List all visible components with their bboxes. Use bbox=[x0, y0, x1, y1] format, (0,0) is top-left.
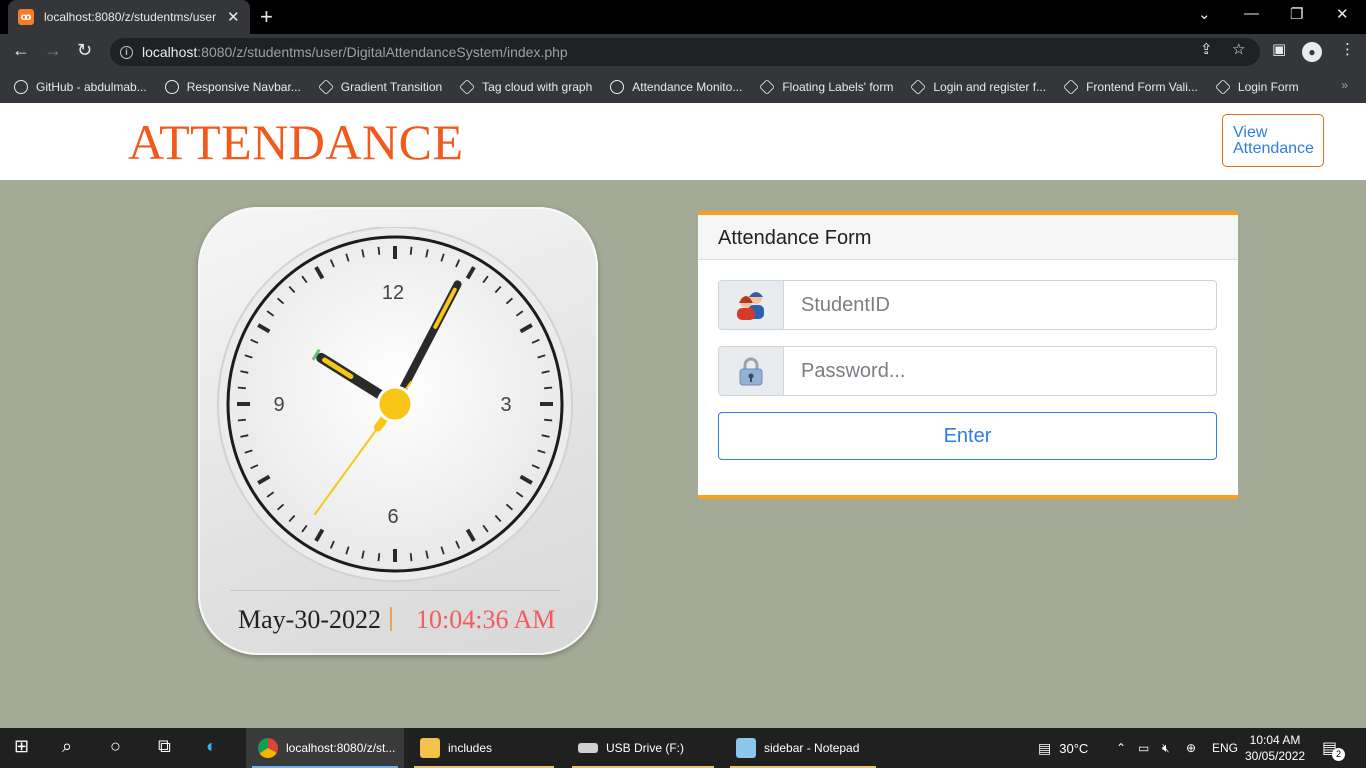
reload-icon[interactable]: ↻ bbox=[77, 40, 92, 61]
browser-tab-bar: ꝏ localhost:8080/z/studentms/user ✕ + ⌄ … bbox=[0, 0, 1366, 34]
taskbar-app-usb[interactable]: USB Drive (F:) bbox=[566, 728, 720, 768]
bookmark-item[interactable]: Frontend Form Vali... bbox=[1063, 78, 1198, 95]
menu-kebab-icon[interactable]: ⋮ bbox=[1340, 40, 1355, 58]
codepen-icon bbox=[910, 78, 927, 95]
minimize-icon[interactable]: — bbox=[1244, 5, 1259, 22]
codepen-icon bbox=[459, 78, 476, 95]
bookmark-item[interactable]: Gradient Transition bbox=[317, 78, 442, 95]
notification-center-icon[interactable]: ▤ 2 bbox=[1322, 728, 1345, 768]
bookmark-item[interactable]: Responsive Navbar... bbox=[164, 79, 301, 94]
battery-icon[interactable]: ▭ bbox=[1138, 728, 1149, 768]
xampp-favicon-icon: ꝏ bbox=[18, 9, 34, 25]
globe-icon bbox=[610, 79, 625, 94]
clock-date: May-30-2022 bbox=[238, 605, 381, 634]
bookmark-item[interactable]: Floating Labels' form bbox=[759, 78, 893, 95]
codepen-icon bbox=[1063, 78, 1079, 95]
search-icon[interactable]: ⌕ bbox=[62, 736, 72, 757]
close-window-icon[interactable]: ✕ bbox=[1336, 5, 1349, 23]
bookmarks-bar: GitHub - abdulmab... Responsive Navbar..… bbox=[0, 70, 1366, 103]
bookmark-item[interactable]: Tag cloud with graph bbox=[459, 78, 592, 95]
tab-search-icon[interactable]: ⌄ bbox=[1198, 5, 1211, 23]
numeral-3: 3 bbox=[500, 394, 511, 416]
share-icon[interactable]: ⇪ bbox=[1200, 40, 1213, 58]
clock-divider bbox=[230, 590, 560, 591]
password-input[interactable] bbox=[785, 347, 1215, 395]
student-id-group bbox=[718, 280, 1217, 330]
numeral-6: 6 bbox=[387, 506, 398, 528]
codepen-icon bbox=[317, 78, 334, 95]
usb-drive-icon bbox=[578, 743, 598, 753]
task-view-icon[interactable]: ⧉ bbox=[158, 736, 171, 757]
bookmark-star-icon[interactable]: ☆ bbox=[1232, 40, 1245, 58]
clock-center-cap bbox=[376, 385, 414, 423]
view-attendance-button[interactable]: View Attendance bbox=[1222, 114, 1324, 167]
browser-toolbar: ← → ↻ i localhost:8080/z/studentms/user/… bbox=[0, 34, 1366, 70]
page-header: ATTENDANCE View Attendance bbox=[0, 103, 1366, 180]
minute-tick bbox=[237, 418, 246, 422]
taskbar-app-explorer[interactable]: includes bbox=[408, 728, 560, 768]
taskbar-clock[interactable]: 10:04 AM 30/05/2022 bbox=[1245, 732, 1305, 764]
tray-overflow-icon[interactable]: ⌃ bbox=[1116, 728, 1126, 768]
profile-avatar-icon[interactable]: ● bbox=[1302, 42, 1322, 62]
language-indicator[interactable]: ENG bbox=[1212, 728, 1238, 768]
browser-tab[interactable]: ꝏ localhost:8080/z/studentms/user ✕ bbox=[8, 0, 250, 34]
minute-tick bbox=[544, 386, 553, 390]
windows-taskbar: ⊞ ⌕ ○ ⧉ ◐ localhost:8080/z/st... include… bbox=[0, 728, 1366, 768]
bookmark-item[interactable]: Attendance Monito... bbox=[610, 79, 742, 94]
volume-muted-icon[interactable]: 🔇︎ bbox=[1162, 728, 1170, 768]
taskbar-app-chrome[interactable]: localhost:8080/z/st... bbox=[246, 728, 404, 768]
password-group bbox=[718, 346, 1217, 396]
brand-title: ATTENDANCE bbox=[128, 114, 464, 170]
minute-tick bbox=[544, 418, 553, 422]
site-info-icon[interactable]: i bbox=[120, 45, 133, 59]
minute-tick bbox=[409, 246, 413, 255]
address-bar[interactable]: i localhost:8080/z/studentms/user/Digita… bbox=[110, 38, 1260, 66]
bookmark-item[interactable]: GitHub - abdulmab... bbox=[14, 79, 147, 94]
side-panel-icon[interactable]: ▣ bbox=[1272, 40, 1286, 58]
analog-clock: 12 3 6 9 bbox=[217, 227, 573, 582]
chrome-icon bbox=[258, 738, 278, 758]
lock-icon bbox=[719, 347, 784, 395]
close-tab-icon[interactable]: ✕ bbox=[227, 8, 240, 26]
more-bookmarks-icon[interactable]: » bbox=[1341, 78, 1348, 92]
restore-icon[interactable]: ❐ bbox=[1290, 5, 1303, 23]
minute-tick bbox=[237, 386, 246, 390]
enter-button[interactable]: Enter bbox=[718, 412, 1217, 460]
weather-widget[interactable]: ▤ 30°C bbox=[1038, 728, 1088, 768]
windows-start-icon[interactable]: ⊞ bbox=[14, 736, 29, 757]
back-icon[interactable]: ← bbox=[12, 40, 30, 61]
clock-time: 10:04:36 AM bbox=[416, 605, 556, 634]
attendance-form-card: Attendance Form Enter bbox=[698, 211, 1238, 499]
notepad-icon bbox=[736, 738, 756, 758]
minute-tick bbox=[377, 553, 381, 562]
bookmark-item[interactable]: Login Form bbox=[1214, 78, 1299, 95]
folder-icon bbox=[420, 738, 440, 758]
url-text: localhost:8080/z/studentms/user/DigitalA… bbox=[142, 44, 568, 60]
minute-tick bbox=[377, 246, 381, 255]
minute-tick bbox=[409, 553, 413, 562]
forward-icon[interactable]: → bbox=[44, 40, 62, 61]
navbar-icon bbox=[164, 79, 179, 94]
analog-clock-card: 12 3 6 9 May-30-2022 10:04:36 AM bbox=[198, 207, 598, 655]
cortana-icon[interactable]: ○ bbox=[110, 736, 121, 757]
notification-count-badge: 2 bbox=[1332, 748, 1345, 761]
codepen-icon bbox=[759, 78, 776, 95]
form-title: Attendance Form bbox=[698, 215, 1238, 260]
student-id-input[interactable] bbox=[785, 281, 1215, 329]
codepen-icon bbox=[1214, 78, 1231, 95]
students-icon bbox=[719, 281, 784, 329]
numeral-9: 9 bbox=[273, 394, 284, 416]
numeral-12: 12 bbox=[382, 282, 404, 304]
github-icon bbox=[14, 79, 28, 94]
edge-icon[interactable]: ◐ bbox=[206, 736, 217, 757]
taskbar-app-notepad[interactable]: sidebar - Notepad bbox=[724, 728, 882, 768]
network-globe-icon[interactable]: ⊕ bbox=[1186, 728, 1196, 768]
clock-separator bbox=[390, 607, 392, 631]
tab-title: localhost:8080/z/studentms/user bbox=[44, 10, 217, 24]
weather-icon: ▤ bbox=[1038, 739, 1052, 756]
new-tab-icon[interactable]: + bbox=[260, 4, 273, 30]
bookmark-item[interactable]: Login and register f... bbox=[910, 78, 1046, 95]
